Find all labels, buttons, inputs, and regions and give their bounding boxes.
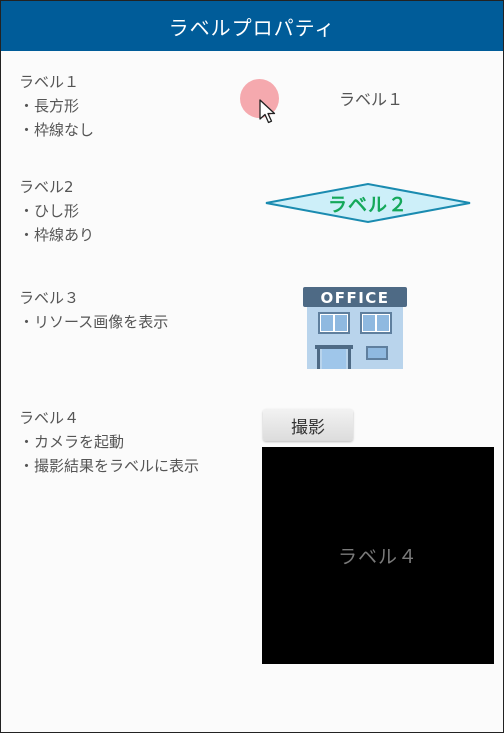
label1-border-note: ・枠線なし: [19, 121, 95, 139]
mouse-pointer-icon: [259, 99, 276, 124]
shoot-button[interactable]: 撮影: [263, 409, 353, 441]
title-bar: ラベルプロパティ: [1, 1, 503, 51]
label4[interactable]: ラベル４: [262, 447, 494, 664]
label2[interactable]: ラベル２: [263, 182, 473, 224]
label2-border-note: ・枠線あり: [19, 226, 95, 244]
label4-text: ラベル４: [337, 546, 418, 568]
label2-shape-note: ・ひし形: [19, 202, 80, 220]
label4-description: ラベル４ ・カメラを起動 ・撮影結果をラベルに表示: [19, 406, 199, 478]
label3-image-note: ・リソース画像を表示: [19, 313, 169, 331]
label4-heading: ラベル４: [19, 409, 80, 427]
label3-heading: ラベル３: [19, 289, 80, 307]
office-sign-text: OFFICE: [320, 289, 389, 307]
label4-camera-note: ・カメラを起動: [19, 433, 125, 451]
app-window: ラベルプロパティ ラベル１ ・長方形 ・枠線なし ラベル１ ラベル2 ・ひし形 …: [0, 0, 504, 733]
label2-heading: ラベル2: [19, 178, 74, 196]
label4-result-note: ・撮影結果をラベルに表示: [19, 457, 200, 475]
page-title: ラベルプロパティ: [168, 15, 336, 40]
label1[interactable]: ラベル１: [339, 86, 403, 110]
office-building-icon[interactable]: OFFICE: [303, 285, 407, 369]
label1-shape-note: ・長方形: [19, 97, 80, 115]
label2-description: ラベル2 ・ひし形 ・枠線あり: [19, 175, 94, 247]
label1-heading: ラベル１: [19, 73, 80, 91]
label3-description: ラベル３ ・リソース画像を表示: [19, 286, 168, 334]
label1-description: ラベル１ ・長方形 ・枠線なし: [19, 70, 94, 142]
